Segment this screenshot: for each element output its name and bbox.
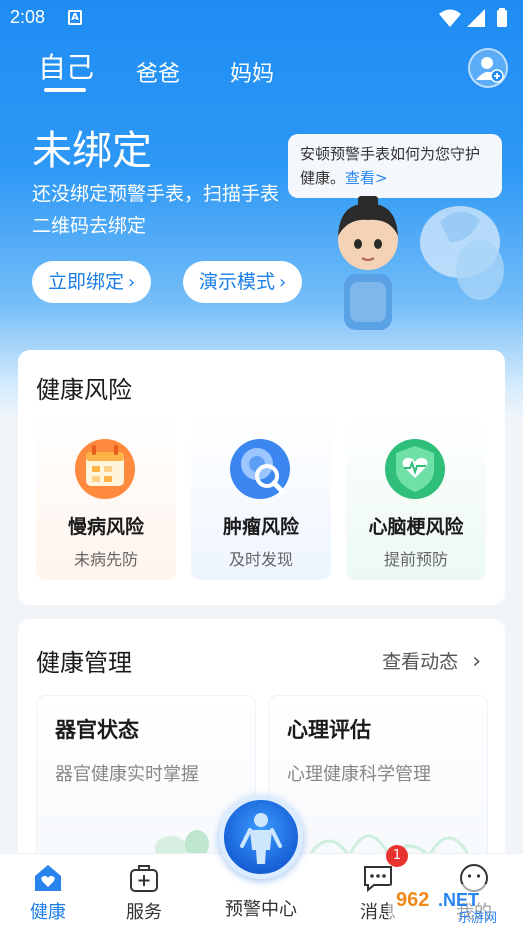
bind-now-button[interactable]: 立即绑定 ›	[32, 261, 152, 303]
health-management-title: 健康管理	[36, 650, 132, 677]
site-watermark-logo: 962 .NET 乐游网	[388, 884, 520, 926]
status-icons	[439, 8, 507, 27]
risk-tile-cardio[interactable]: 心脑梗风险 提前预防	[346, 412, 486, 580]
tab-father[interactable]: 爸爸	[136, 56, 180, 88]
medical-kit-icon	[130, 865, 158, 892]
mgmt-name: 心理评估	[287, 718, 371, 742]
risk-tile-tumor[interactable]: 肿瘤风险 及时发现	[191, 412, 331, 580]
chevron-right-icon: ›	[472, 649, 481, 674]
wifi-icon	[439, 9, 461, 27]
mgmt-sub: 器官健康实时掌握	[55, 764, 199, 785]
heart-shield-icon	[385, 439, 445, 499]
svg-text:乐游网: 乐游网	[458, 911, 497, 926]
svg-text:962: 962	[396, 889, 429, 911]
home-heart-icon	[35, 865, 61, 891]
risk-tile-chronic[interactable]: 慢病风险 未病先防	[36, 412, 176, 580]
risk-name: 肿瘤风险	[222, 516, 299, 538]
view-updates-label: 查看动态	[382, 651, 459, 673]
chevron-right-icon: ›	[128, 272, 136, 293]
demo-mode-label: 演示模式	[199, 271, 276, 293]
status-time: 2:08	[10, 7, 46, 27]
chevron-right-icon: ›	[279, 272, 287, 293]
bind-now-label: 立即绑定	[48, 271, 125, 293]
notification-a-icon: A	[68, 10, 82, 25]
health-risk-card: 健康风险 慢病风险 未病先防 肿瘤风险 及时发现 心脑梗风险 提前预防	[18, 350, 505, 605]
info-bubble[interactable]: 安顿预警手表如何为您守护健康。查看>	[288, 134, 502, 198]
bubble-view-link[interactable]: 查看>	[345, 169, 388, 187]
bind-description: 还没绑定预警手表，扫描手表二维码去绑定	[32, 183, 280, 237]
member-tabs: 自己 爸爸 妈妈	[38, 50, 338, 92]
risk-sub: 及时发现	[228, 550, 293, 569]
tab-underline	[44, 88, 86, 92]
tab-self[interactable]: 自己	[38, 46, 94, 86]
mgmt-name: 器官状态	[55, 718, 139, 742]
risk-sub: 未病先防	[73, 550, 138, 569]
battery-icon	[497, 10, 507, 27]
svg-text:.NET: .NET	[438, 890, 479, 910]
mgmt-sub: 心理健康科学管理	[287, 764, 431, 785]
nav-health[interactable]: 健康	[8, 862, 88, 924]
nav-health-label: 健康	[30, 902, 66, 923]
risk-name: 心脑梗风险	[368, 516, 464, 538]
human-body-icon	[240, 813, 282, 864]
add-member-button[interactable]	[468, 48, 508, 88]
message-badge: 1	[386, 845, 408, 867]
calendar-icon	[75, 439, 135, 499]
bind-status-title: 未绑定	[32, 129, 152, 173]
warning-center-button[interactable]	[219, 795, 303, 879]
bubble-text: 安顿预警手表如何为您守护健康。	[300, 145, 481, 187]
nav-service-label: 服务	[126, 902, 162, 923]
tab-mother[interactable]: 妈妈	[230, 56, 274, 88]
nav-service[interactable]: 服务	[104, 862, 184, 924]
demo-mode-button[interactable]: 演示模式 ›	[183, 261, 303, 303]
add-user-icon	[476, 57, 504, 83]
cell-search-icon	[230, 439, 290, 499]
health-risk-title: 健康风险	[36, 377, 132, 404]
signal-icon	[467, 9, 485, 27]
risk-sub: 提前预防	[383, 550, 448, 569]
status-bar: 2:08 A	[0, 0, 523, 36]
risk-name: 慢病风险	[67, 516, 144, 538]
warning-center-label: 预警中心	[225, 899, 297, 920]
doctor-mascot-illustration	[338, 196, 504, 330]
view-updates-link[interactable]: 查看动态 ›	[382, 647, 481, 674]
